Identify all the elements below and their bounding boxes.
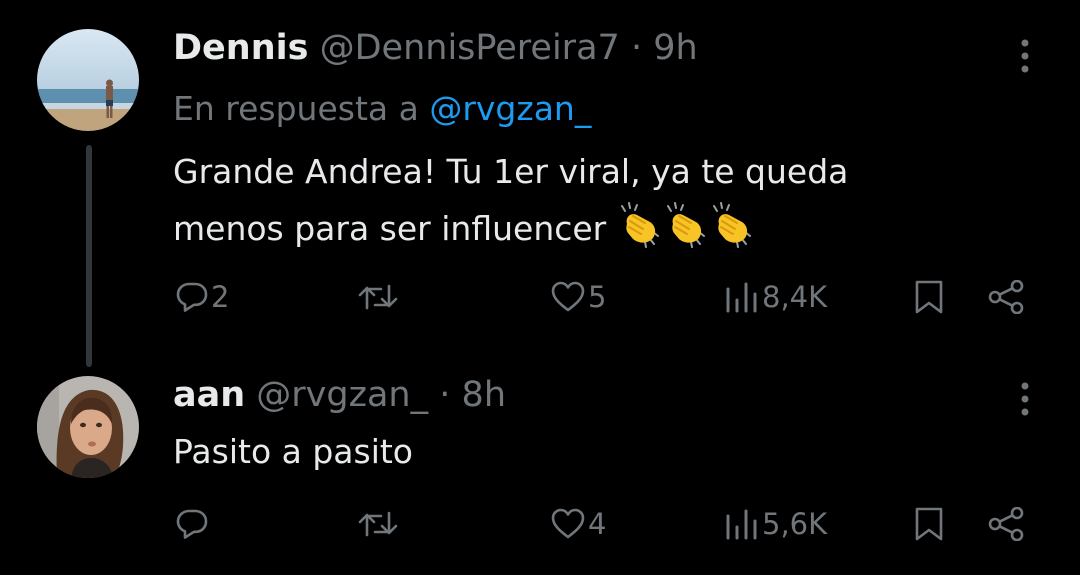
- tweet-text-line: Pasito a pasito: [173, 432, 413, 471]
- author-name[interactable]: Dennis: [173, 28, 308, 68]
- repost-icon: [357, 507, 399, 541]
- like-count: 4: [588, 507, 607, 541]
- share-button[interactable]: [987, 499, 1025, 549]
- share-button[interactable]: [987, 272, 1025, 322]
- share-icon: [987, 507, 1025, 541]
- author-handle[interactable]: @DennisPereira7: [320, 28, 620, 68]
- timestamp[interactable]: 8h: [462, 375, 506, 415]
- reply-count: 2: [211, 280, 230, 314]
- reply-icon: [175, 507, 209, 541]
- like-button[interactable]: 4: [550, 499, 606, 549]
- tweet-text: Grande Andrea! Tu 1er viral, ya te queda…: [173, 143, 993, 257]
- bookmark-icon: [913, 279, 945, 315]
- views-count: 8,4K: [762, 280, 828, 314]
- like-count: 5: [588, 280, 607, 314]
- reply-tweet-dennis[interactable]: Dennis @DennisPereira7 · 9h En respuesta…: [0, 0, 1080, 360]
- tweet-text-line-with-emoji: menos para ser influencer: [173, 200, 993, 257]
- separator-dot: ·: [630, 28, 643, 68]
- tweet-header: aan @rvgzan_ · 8h: [173, 375, 506, 415]
- like-icon: [550, 280, 586, 314]
- views-count: 5,6K: [762, 507, 828, 541]
- views-button[interactable]: 8,4K: [724, 272, 827, 322]
- like-button[interactable]: 5: [550, 272, 606, 322]
- timestamp[interactable]: 9h: [653, 28, 697, 68]
- woman-avatar-image: [37, 376, 139, 478]
- tweet-text-line: menos para ser influencer: [173, 209, 607, 248]
- bookmark-icon: [913, 506, 945, 542]
- tweet-header: Dennis @DennisPereira7 · 9h: [173, 28, 698, 68]
- separator-dot: ·: [439, 375, 451, 415]
- reply-button[interactable]: [175, 499, 211, 549]
- repost-icon: [357, 280, 399, 314]
- repost-button[interactable]: [357, 499, 401, 549]
- tweet-text-line: Grande Andrea! Tu 1er viral, ya te queda: [173, 152, 849, 191]
- reply-tweet-aan[interactable]: aan @rvgzan_ · 8h Pasito a pasito 4 5,6K: [0, 360, 1080, 575]
- tweet-text: Pasito a pasito: [173, 423, 993, 480]
- action-bar: 2 5 8,4K: [0, 272, 1080, 322]
- replying-to: En respuesta a @rvgzan_: [173, 89, 591, 128]
- reply-prefix: En respuesta a: [173, 89, 419, 128]
- action-bar: 4 5,6K: [0, 499, 1080, 549]
- clapping-hands-emoji: [617, 202, 663, 248]
- clapping-hands-emoji: [709, 202, 755, 248]
- reply-button[interactable]: 2: [175, 272, 229, 322]
- avatar[interactable]: [37, 29, 139, 131]
- repost-button[interactable]: [357, 272, 401, 322]
- more-icon[interactable]: [1020, 38, 1030, 78]
- views-button[interactable]: 5,6K: [724, 499, 827, 549]
- views-icon: [724, 280, 760, 314]
- reply-icon: [175, 280, 209, 314]
- reply-mention-link[interactable]: @rvgzan_: [429, 89, 591, 128]
- more-icon[interactable]: [1020, 381, 1030, 421]
- avatar[interactable]: [37, 376, 139, 478]
- author-name[interactable]: aan: [173, 375, 245, 415]
- beach-avatar-image: [37, 29, 139, 131]
- bookmark-button[interactable]: [913, 272, 945, 322]
- share-icon: [987, 280, 1025, 314]
- views-icon: [724, 507, 760, 541]
- author-handle[interactable]: @rvgzan_: [256, 375, 428, 415]
- bookmark-button[interactable]: [913, 499, 945, 549]
- like-icon: [550, 507, 586, 541]
- clapping-hands-emoji: [663, 202, 709, 248]
